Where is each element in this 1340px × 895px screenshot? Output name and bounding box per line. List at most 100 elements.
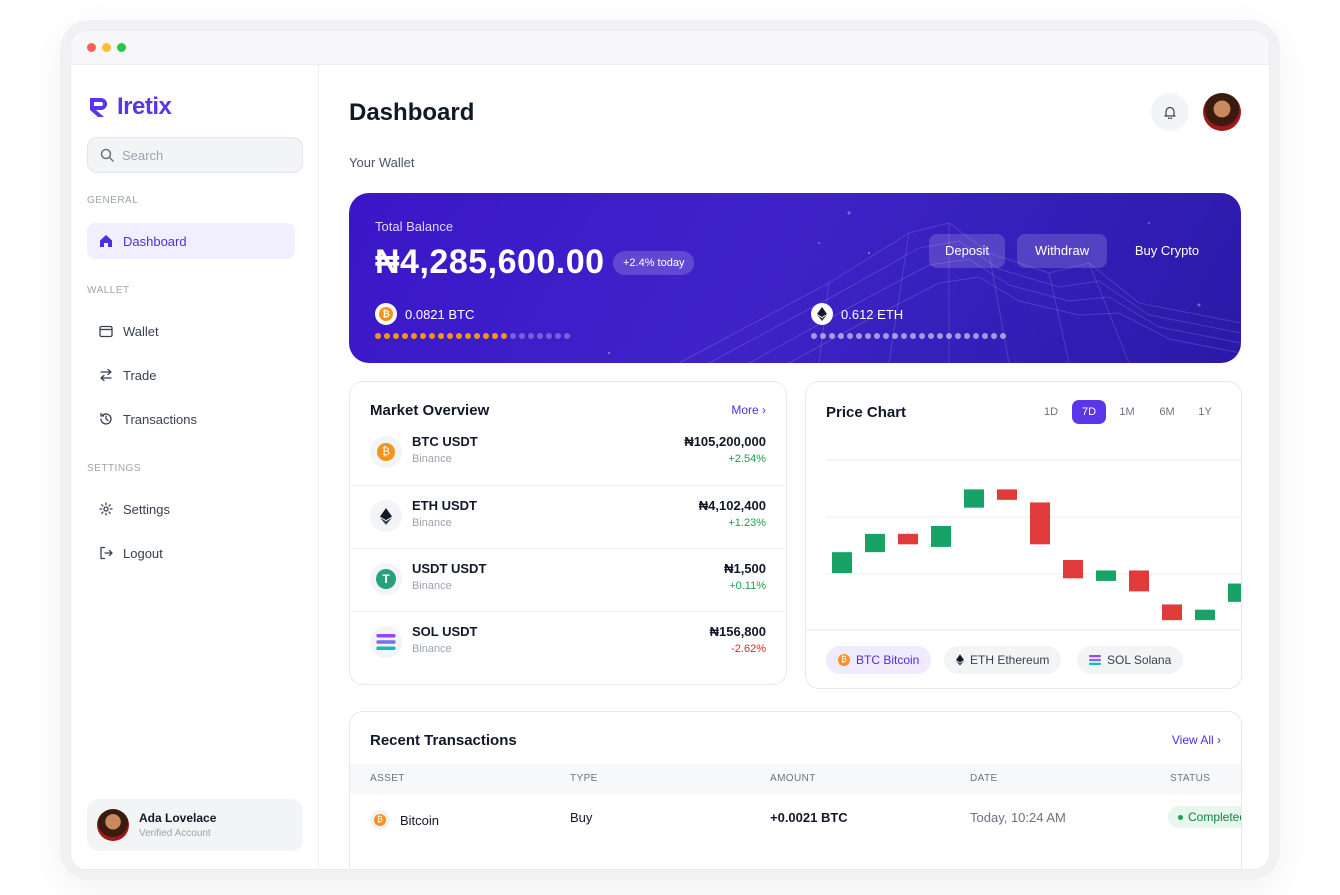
tx-amount: +0.0021 BTC [770,810,848,825]
bitcoin-icon: ₿ [377,443,395,461]
col-status: STATUS [1170,773,1211,784]
price-chart-title: Price Chart [826,404,907,421]
candle [997,489,1017,500]
timeframe-1d[interactable]: 1D [1034,400,1068,424]
candle [832,552,852,574]
timeframe-7d[interactable]: 7D [1072,400,1106,424]
market-row[interactable]: ETH USDT Binance ₦4,102,400 +1.23% [350,485,786,548]
ethereum-icon [380,507,392,525]
swap-icon [100,368,112,382]
coin-icon-wrap [370,626,402,658]
eth-holding: 0.612 ETH [811,303,903,325]
market-exchange: Binance [412,453,452,465]
tether-icon: T [376,569,396,589]
market-row[interactable]: T USDT USDT Binance ₦1,500 +0.11% [350,548,786,611]
timeframe-6m[interactable]: 6M [1150,400,1184,424]
market-change: +0.11% [729,580,766,592]
gear-icon [99,502,113,516]
col-date: DATE [970,773,998,784]
market-row[interactable]: SOL USDT Binance ₦156,800 -2.62% [350,611,786,674]
sidebar-item-settings[interactable]: Settings [87,491,295,527]
candle [1063,560,1083,579]
progress-dot [474,333,480,339]
market-pair: SOL USDT [412,624,478,639]
candle [1129,570,1149,592]
transactions-title: Recent Transactions [370,732,517,749]
search-input[interactable] [122,147,292,163]
main-content: Dashboard Your Wallet Total Balance ₦4,2… [319,65,1269,869]
coin-icon-wrap: T [370,563,402,595]
close-window-button[interactable] [87,43,96,52]
candle [1096,570,1116,581]
sidebar-item-dashboard[interactable]: Dashboard [87,223,295,259]
status-badge: Completed [1168,806,1241,828]
tx-type: Buy [570,810,593,825]
eth-amount: 0.612 ETH [841,306,904,322]
btc-amount: 0.0821 BTC [405,306,475,322]
market-price: ₦4,102,400 [698,498,766,513]
chip-sol[interactable]: SOL Solana [1077,646,1184,674]
title-bar [71,31,1269,65]
progress-dot [838,333,844,339]
progress-dot [829,333,835,339]
market-exchange: Binance [412,580,452,592]
search-box[interactable] [87,137,303,173]
candle [1030,502,1050,545]
progress-dot [883,333,889,339]
progress-dot [375,333,381,339]
sidebar-item-label: Dashboard [123,233,187,249]
progress-dot [892,333,898,339]
progress-dot [919,333,925,339]
balance-card: Total Balance ₦4,285,600.00 +2.4% today … [349,193,1241,363]
market-pair: BTC USDT [412,434,478,449]
profile-avatar[interactable] [1203,93,1241,131]
sidebar-item-logout[interactable]: Logout [87,535,295,571]
sidebar-item-wallet[interactable]: Wallet [87,313,295,349]
user-card[interactable]: Ada Lovelace Verified Account [87,799,303,851]
sidebar-item-label: Wallet [123,323,159,339]
tx-date: Today, 10:24 AM [970,810,1066,825]
candle [865,533,885,553]
buy-crypto-button[interactable]: Buy Crypto [1119,234,1215,268]
chip-label: ETH Ethereum [970,653,1050,667]
progress-dot [991,333,997,339]
minimize-window-button[interactable] [102,43,111,52]
sidebar-item-label: Trade [123,367,157,383]
maximize-window-button[interactable] [117,43,126,52]
progress-dot [865,333,871,339]
notifications-button[interactable] [1151,93,1189,131]
market-more-link[interactable]: More › [731,403,766,417]
logo[interactable]: Iretix [87,93,172,121]
progress-dot [492,333,498,339]
btc-holding: ₿ 0.0821 BTC [375,303,474,325]
bitcoin-icon: ₿ [370,810,390,830]
page-subtitle: Your Wallet [349,155,415,170]
progress-dot [910,333,916,339]
recent-transactions-card: Recent Transactions View All › ASSET TYP… [349,711,1242,869]
progress-dot [847,333,853,339]
bell-icon [1164,106,1176,119]
timeframe-1m[interactable]: 1M [1110,400,1144,424]
deposit-button[interactable]: Deposit [929,234,1005,268]
progress-dot [901,333,907,339]
progress-dot [982,333,988,339]
sidebar-item-transactions[interactable]: Transactions [87,401,295,437]
page-title: Dashboard [349,99,475,126]
progress-dot [946,333,952,339]
col-type: TYPE [570,773,598,784]
market-row[interactable]: ₿ BTC USDT Binance ₦105,200,000 +2.54% [350,422,786,485]
sidebar-item-trade[interactable]: Trade [87,357,295,393]
withdraw-button[interactable]: Withdraw [1017,234,1107,268]
bitcoin-icon: ₿ [375,303,397,325]
market-exchange: Binance [412,643,452,655]
timeframe-1y[interactable]: 1Y [1188,400,1222,424]
market-change: -2.62% [731,643,766,655]
chip-eth[interactable]: ETH Ethereum [944,646,1062,674]
market-price: ₦156,800 [709,624,766,639]
chip-btc[interactable]: ₿ BTC Bitcoin [826,646,932,674]
progress-dot [402,333,408,339]
avatar [97,809,129,841]
sidebar: Iretix GENERAL Dashboard WALLET Wallet T… [71,65,319,869]
progress-dot [420,333,426,339]
view-all-link[interactable]: View All › [1172,733,1221,747]
